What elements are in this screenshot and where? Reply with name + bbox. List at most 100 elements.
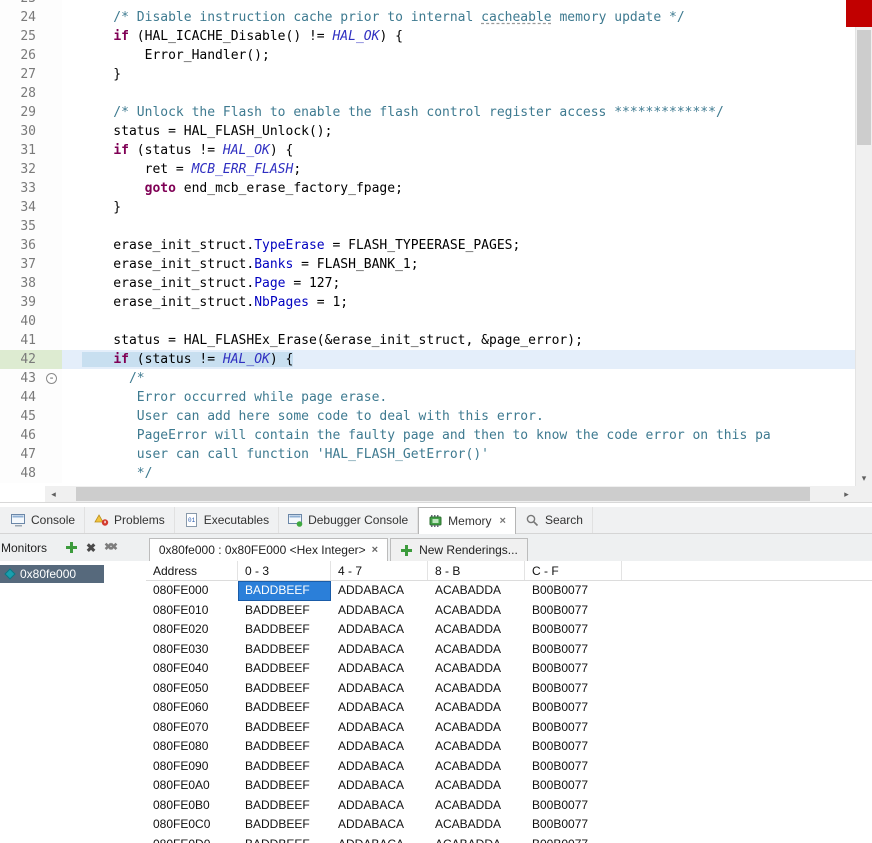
- horizontal-scroll-track[interactable]: [62, 486, 838, 502]
- code-line[interactable]: 47 user can call function 'HAL_FLASH_Get…: [0, 445, 872, 464]
- line-number[interactable]: 31: [0, 141, 44, 160]
- tab-executables[interactable]: 01 Executables: [175, 507, 279, 533]
- editor-horizontal-scrollbar[interactable]: ◂ ▸: [45, 486, 855, 502]
- memory-value-cell[interactable]: BADDBEEF: [238, 835, 331, 843]
- memory-value-cell[interactable]: ACABADDA: [428, 698, 525, 718]
- code-text[interactable]: /* Disable instruction cache prior to in…: [62, 8, 872, 27]
- add-memory-monitor-button[interactable]: [65, 541, 78, 554]
- code-line[interactable]: 40: [0, 312, 872, 331]
- line-number[interactable]: 32: [0, 160, 44, 179]
- line-number[interactable]: 37: [0, 255, 44, 274]
- memory-value-cell[interactable]: B00B0077: [525, 737, 622, 757]
- memory-address-cell[interactable]: 080FE010: [146, 601, 238, 621]
- memory-value-cell[interactable]: B00B0077: [525, 757, 622, 777]
- code-line[interactable]: 43- /*: [0, 369, 872, 388]
- memory-value-cell[interactable]: BADDBEEF: [238, 581, 331, 601]
- memory-value-cell[interactable]: B00B0077: [525, 581, 622, 601]
- code-text[interactable]: if (status != HAL_OK) {: [62, 141, 872, 160]
- memory-column-header[interactable]: 4 - 7: [331, 561, 428, 580]
- scroll-left-arrow[interactable]: ◂: [45, 486, 62, 502]
- line-number[interactable]: 44: [0, 388, 44, 407]
- memory-value-cell[interactable]: B00B0077: [525, 698, 622, 718]
- memory-column-header[interactable]: 8 - B: [428, 561, 525, 580]
- memory-value-cell[interactable]: ACABADDA: [428, 620, 525, 640]
- code-line[interactable]: 27 }: [0, 65, 872, 84]
- memory-value-cell[interactable]: ADDABACA: [331, 601, 428, 621]
- memory-value-cell[interactable]: ACABADDA: [428, 835, 525, 843]
- memory-value-cell[interactable]: BADDBEEF: [238, 757, 331, 777]
- memory-rendering-tab[interactable]: 0x80fe000 : 0x80FE000 <Hex Integer> ×: [149, 538, 388, 561]
- memory-value-cell[interactable]: BADDBEEF: [238, 620, 331, 640]
- memory-value-cell[interactable]: ADDABACA: [331, 796, 428, 816]
- memory-value-cell[interactable]: B00B0077: [525, 815, 622, 835]
- memory-column-header[interactable]: C - F: [525, 561, 622, 580]
- line-number[interactable]: 45: [0, 407, 44, 426]
- line-number[interactable]: 24: [0, 8, 44, 27]
- memory-value-cell[interactable]: B00B0077: [525, 679, 622, 699]
- memory-value-cell[interactable]: BADDBEEF: [238, 815, 331, 835]
- memory-value-cell[interactable]: BADDBEEF: [238, 796, 331, 816]
- memory-value-cell[interactable]: ADDABACA: [331, 815, 428, 835]
- remove-memory-monitor-button[interactable]: ✖: [86, 541, 96, 555]
- memory-value-cell[interactable]: B00B0077: [525, 796, 622, 816]
- memory-value-cell[interactable]: ADDABACA: [331, 659, 428, 679]
- code-text[interactable]: [62, 84, 872, 103]
- memory-address-cell[interactable]: 080FE000: [146, 581, 238, 601]
- close-tab-icon[interactable]: ×: [500, 515, 506, 527]
- code-text[interactable]: erase_init_struct.TypeErase = FLASH_TYPE…: [62, 236, 872, 255]
- code-text[interactable]: */: [62, 464, 872, 483]
- memory-address-cell[interactable]: 080FE040: [146, 659, 238, 679]
- memory-value-cell[interactable]: B00B0077: [525, 620, 622, 640]
- memory-value-cell[interactable]: ADDABACA: [331, 620, 428, 640]
- code-line[interactable]: 30 status = HAL_FLASH_Unlock();: [0, 122, 872, 141]
- code-line[interactable]: 24 /* Disable instruction cache prior to…: [0, 8, 872, 27]
- line-number[interactable]: 34: [0, 198, 44, 217]
- memory-value-cell[interactable]: B00B0077: [525, 776, 622, 796]
- line-number[interactable]: 26: [0, 46, 44, 65]
- code-text[interactable]: erase_init_struct.Page = 127;: [62, 274, 872, 293]
- memory-value-cell[interactable]: ADDABACA: [331, 718, 428, 738]
- code-line[interactable]: 33 goto end_mcb_erase_factory_fpage;: [0, 179, 872, 198]
- code-line[interactable]: 26 Error_Handler();: [0, 46, 872, 65]
- memory-value-cell[interactable]: ADDABACA: [331, 835, 428, 843]
- tab-memory[interactable]: Memory ×: [418, 507, 516, 534]
- memory-value-cell[interactable]: B00B0077: [525, 601, 622, 621]
- code-line[interactable]: 37 erase_init_struct.Banks = FLASH_BANK_…: [0, 255, 872, 274]
- code-line[interactable]: 36 erase_init_struct.TypeErase = FLASH_T…: [0, 236, 872, 255]
- memory-value-cell[interactable]: B00B0077: [525, 659, 622, 679]
- code-editor[interactable]: 2324 /* Disable instruction cache prior …: [0, 0, 872, 486]
- code-text[interactable]: user can call function 'HAL_FLASH_GetErr…: [62, 445, 872, 464]
- line-number[interactable]: 42: [0, 350, 44, 369]
- memory-address-cell[interactable]: 080FE070: [146, 718, 238, 738]
- line-number[interactable]: 35: [0, 217, 44, 236]
- memory-address-cell[interactable]: 080FE0A0: [146, 776, 238, 796]
- memory-address-cell[interactable]: 080FE080: [146, 737, 238, 757]
- memory-value-cell[interactable]: BADDBEEF: [238, 776, 331, 796]
- memory-address-cell[interactable]: 080FE020: [146, 620, 238, 640]
- code-text[interactable]: [62, 0, 872, 8]
- line-number[interactable]: 23: [0, 0, 44, 8]
- scroll-down-arrow[interactable]: ▾: [856, 470, 872, 486]
- tab-debugger-console[interactable]: Debugger Console: [279, 507, 418, 533]
- code-text[interactable]: ret = MCB_ERR_FLASH;: [62, 160, 872, 179]
- close-rendering-icon[interactable]: ×: [372, 544, 378, 556]
- fold-collapse-icon[interactable]: -: [46, 373, 57, 384]
- memory-column-header[interactable]: Address: [146, 561, 238, 580]
- code-line[interactable]: 45 User can add here some code to deal w…: [0, 407, 872, 426]
- memory-column-header[interactable]: 0 - 3: [238, 561, 331, 580]
- code-line[interactable]: 41 status = HAL_FLASHEx_Erase(&erase_ini…: [0, 331, 872, 350]
- line-number[interactable]: 43: [0, 369, 44, 388]
- line-number[interactable]: 28: [0, 84, 44, 103]
- memory-value-cell[interactable]: ACABADDA: [428, 796, 525, 816]
- line-number[interactable]: 39: [0, 293, 44, 312]
- memory-value-cell[interactable]: ADDABACA: [331, 698, 428, 718]
- code-line[interactable]: 48 */: [0, 464, 872, 483]
- code-line[interactable]: 25 if (HAL_ICACHE_Disable() != HAL_OK) {: [0, 27, 872, 46]
- memory-value-cell[interactable]: ADDABACA: [331, 679, 428, 699]
- memory-address-cell[interactable]: 080FE090: [146, 757, 238, 777]
- memory-value-cell[interactable]: BADDBEEF: [238, 698, 331, 718]
- memory-value-cell[interactable]: B00B0077: [525, 835, 622, 843]
- code-text[interactable]: if (status != HAL_OK) {: [62, 350, 872, 369]
- tab-problems[interactable]: Problems: [85, 507, 175, 533]
- code-text[interactable]: [62, 312, 872, 331]
